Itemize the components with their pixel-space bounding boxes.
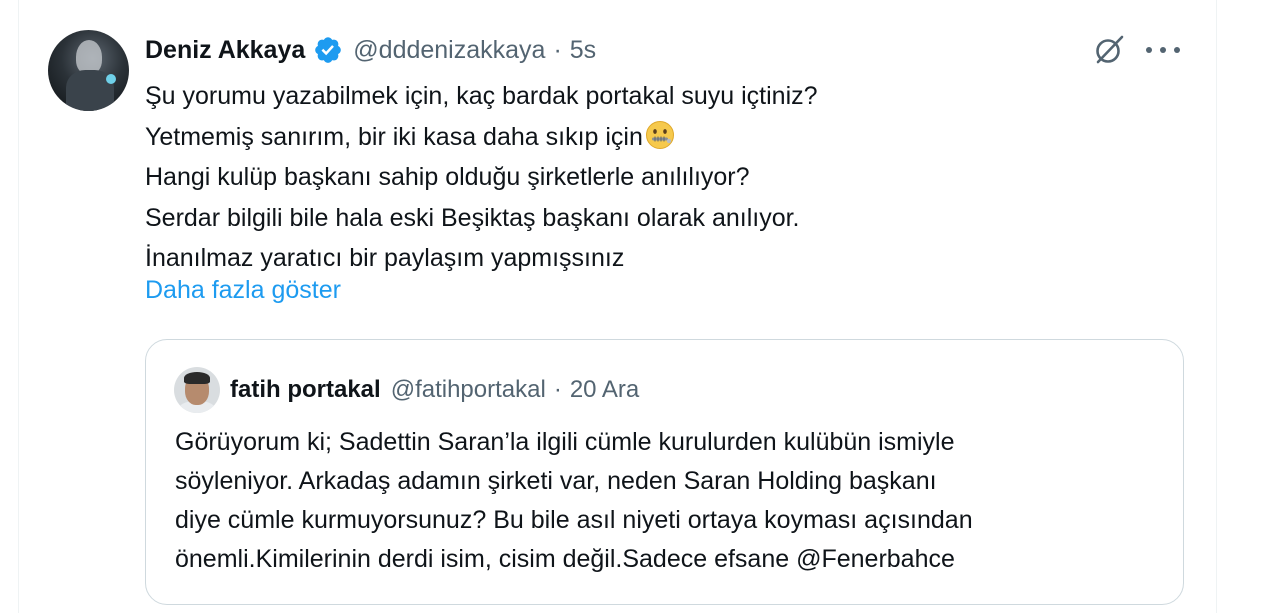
- timeline-border-left: [18, 0, 19, 613]
- verified-badge-icon[interactable]: [313, 35, 343, 65]
- header-separator: ·: [553, 35, 562, 64]
- quoted-tweet-line: söyleniyor. Arkadaş adamın şirketi var, …: [175, 467, 937, 495]
- timeline-border-right: [1216, 0, 1217, 613]
- show-more-link[interactable]: Daha fazla göster: [145, 276, 341, 305]
- quoted-tweet-line: diye cümle kurmuyorsunuz? Bu bile asıl n…: [175, 506, 973, 534]
- author-handle[interactable]: @dddenizakkaya: [353, 36, 545, 65]
- tweet-view: Deniz Akkaya @dddenizakkaya · 5s Şu yoru…: [0, 0, 1280, 613]
- quoted-author-handle[interactable]: @fatihportakal: [391, 376, 546, 404]
- tweet-line: Yetmemiş sanırım, bir iki kasa daha sıkı…: [145, 122, 643, 151]
- author-avatar[interactable]: [48, 30, 129, 111]
- quoted-tweet-line: Görüyorum ki; Sadettin Saran’la ilgili c…: [175, 428, 955, 456]
- tweet-timestamp[interactable]: 5s: [570, 36, 596, 65]
- zipper-mouth-face-icon: [645, 120, 675, 150]
- quoted-tweet-header: fatih portakal @fatihportakal · 20 Ara: [230, 371, 639, 409]
- quoted-tweet-text: Görüyorum ki; Sadettin Saran’la ilgili c…: [175, 423, 1175, 579]
- tweet-line: İnanılmaz yaratıcı bir paylaşım yapmışsı…: [145, 244, 625, 272]
- tweet-text: Şu yorumu yazabilmek için, kaç bardak po…: [145, 76, 1185, 279]
- tweet-header: Deniz Akkaya @dddenizakkaya · 5s: [145, 30, 596, 70]
- tweet-line-with-emoji: Yetmemiş sanırım, bir iki kasa daha sıkı…: [145, 117, 1185, 158]
- quoted-header-separator: ·: [553, 376, 562, 403]
- tweet-line: Hangi kulüp başkanı sahip olduğu şirketl…: [145, 163, 750, 191]
- quoted-author-name[interactable]: fatih portakal: [230, 376, 381, 404]
- tweet-line: Serdar bilgili bile hala eski Beşiktaş b…: [145, 203, 800, 232]
- more-options-icon[interactable]: [1146, 40, 1180, 60]
- author-name[interactable]: Deniz Akkaya: [145, 36, 305, 65]
- quoted-tweet-timestamp[interactable]: 20 Ara: [570, 376, 639, 404]
- tweet-line: Şu yorumu yazabilmek için, kaç bardak po…: [145, 82, 818, 110]
- quoted-tweet-line: önemli.Kimilerinin derdi isim, cisim değ…: [175, 545, 955, 573]
- grok-icon[interactable]: [1092, 33, 1126, 67]
- quoted-tweet-card[interactable]: fatih portakal @fatihportakal · 20 Ara G…: [145, 339, 1184, 605]
- quoted-author-avatar[interactable]: [174, 367, 220, 413]
